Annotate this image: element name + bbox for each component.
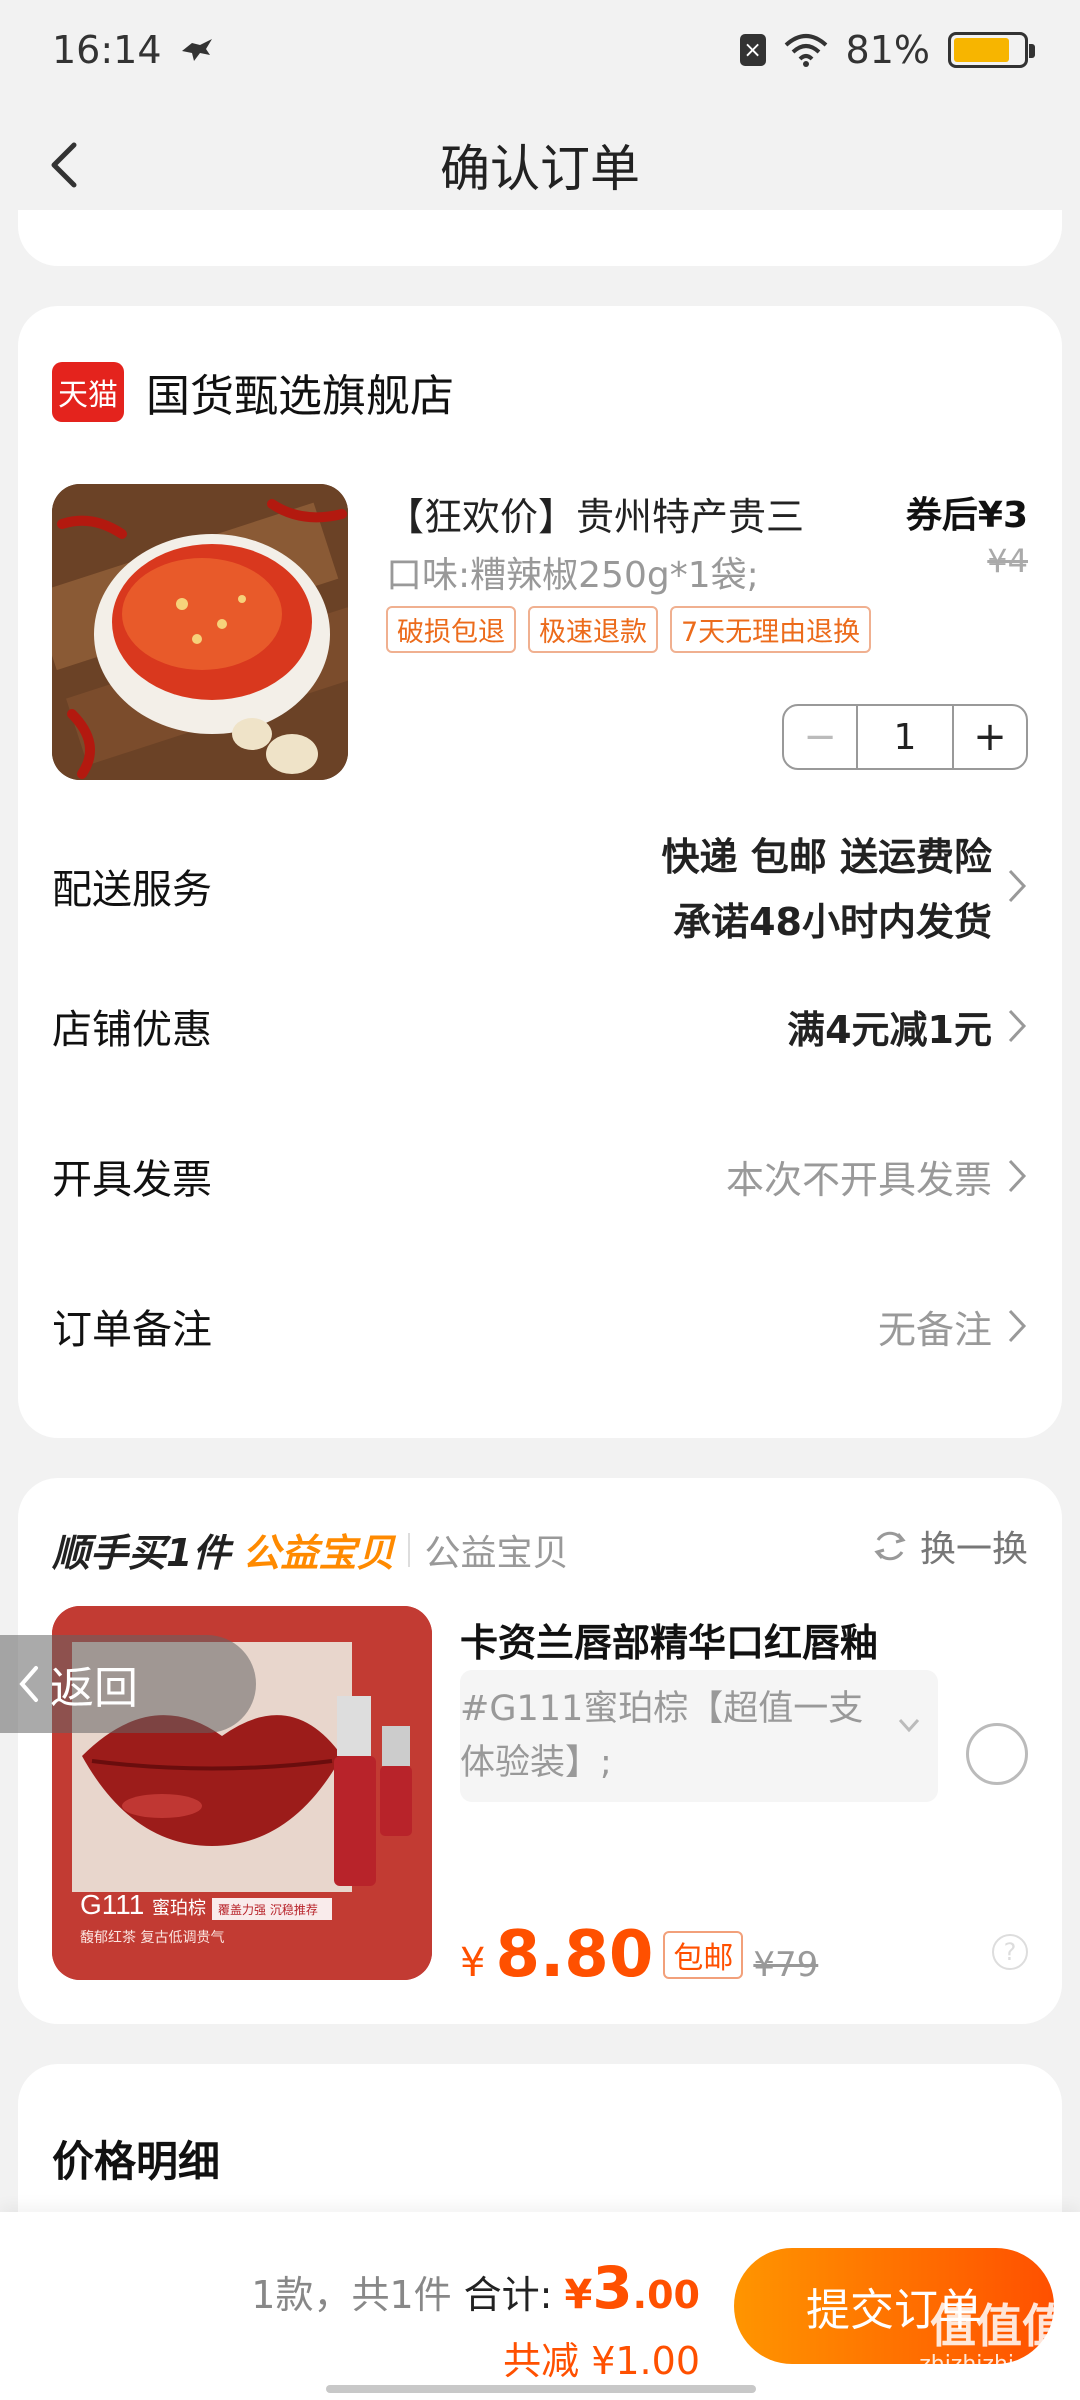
tmall-icon: 天猫 xyxy=(52,362,124,422)
status-right: × 81% xyxy=(739,28,1035,72)
shop-discount-value: 满4元减1元 xyxy=(787,1007,992,1052)
sku-text: #G111蜜珀棕【超值一支体验装】; xyxy=(460,1689,864,1783)
free-shipping-badge: 包邮 xyxy=(663,1931,744,1979)
addon-subtitle: 公益宝贝 xyxy=(424,1532,569,1574)
product-title[interactable]: 【狂欢价】贵州特产贵三 xyxy=(386,486,804,541)
swap-button[interactable]: 换一换 xyxy=(870,1520,1028,1572)
sku-selector[interactable]: #G111蜜珀棕【超值一支体验装】; xyxy=(460,1670,938,1802)
battery-icon xyxy=(948,32,1035,68)
addon-select-radio[interactable] xyxy=(966,1723,1028,1785)
order-note-label: 订单备注 xyxy=(52,1307,212,1353)
addon-header: 顺手买1件 公益宝贝 公益宝贝 xyxy=(52,1522,568,1577)
product-original-price: ¥4 xyxy=(987,542,1028,580)
help-icon[interactable]: ? xyxy=(992,1934,1028,1970)
invoice-label: 开具发票 xyxy=(52,1157,212,1203)
service-tag: 破损包退 xyxy=(386,606,516,653)
order-note-row[interactable]: 订单备注 无备注 xyxy=(52,1286,1028,1366)
price-currency: ¥ xyxy=(460,1940,486,1986)
status-time: 16:14 xyxy=(52,28,162,72)
notification-bird-icon xyxy=(181,39,212,61)
watermark-sub: zhizhizhi.com xyxy=(919,2352,1068,2377)
chevron-left-icon xyxy=(19,1666,38,1702)
addon-original-price: ¥79 xyxy=(753,1945,819,1985)
service-tag: 极速退款 xyxy=(528,606,658,653)
order-note-value: 无备注 xyxy=(877,1307,992,1352)
chevron-right-icon xyxy=(1008,1009,1027,1043)
order-summary: 1款，共1件 合计: ¥3.00 共减 ¥1.00 xyxy=(251,2254,700,2385)
invoice-value: 本次不开具发票 xyxy=(725,1157,992,1202)
lip-name: 蜜珀棕 xyxy=(152,1898,206,1919)
shop-discount-row[interactable]: 店铺优惠 满4元减1元 xyxy=(52,986,1028,1066)
addon-price: ¥ 8.80 包邮 ¥79 xyxy=(460,1918,818,1992)
chili-sauce-image xyxy=(52,484,348,780)
previous-card-edge xyxy=(18,210,1062,266)
product-image[interactable] xyxy=(52,484,348,780)
bottom-bar: 1款，共1件 合计: ¥3.00 共减 ¥1.00 提交订单 xyxy=(0,2212,1080,2400)
shop-discount-label: 店铺优惠 xyxy=(52,1007,212,1053)
addon-title: 顺手买1件 xyxy=(52,1531,231,1575)
addon-accent: 公益宝贝 xyxy=(242,1531,395,1575)
floating-back-label: 返回 xyxy=(50,1663,138,1714)
home-indicator[interactable] xyxy=(326,2385,756,2393)
addon-card: 顺手买1件 公益宝贝 公益宝贝 换一换 G111 蜜珀棕 覆盖力强 沉稳推荐 馥… xyxy=(18,1478,1062,2024)
price-value: 8.80 xyxy=(495,1918,654,1992)
lip-desc: 馥郁红茶 复古低调贵气 xyxy=(80,1929,224,1946)
quantity-stepper: − 1 + xyxy=(782,704,1028,770)
swap-label: 换一换 xyxy=(919,1529,1028,1570)
total-label: 合计: xyxy=(463,2273,553,2317)
total-currency: ¥ xyxy=(564,2272,593,2318)
floating-back-button[interactable]: 返回 xyxy=(0,1635,256,1733)
decrease-button[interactable]: − xyxy=(784,706,856,768)
lip-code: G111 xyxy=(80,1889,144,1920)
total-decimal: .00 xyxy=(632,2273,700,2317)
product-spec[interactable]: 口味:糟辣椒250g*1袋; xyxy=(386,546,759,598)
invoice-row[interactable]: 开具发票 本次不开具发票 xyxy=(52,1136,1028,1216)
refresh-icon xyxy=(874,1531,906,1561)
battery-percent: 81% xyxy=(845,28,930,72)
wifi-icon xyxy=(784,34,827,67)
chevron-right-icon xyxy=(1008,869,1027,903)
chevron-right-icon xyxy=(1008,1159,1027,1193)
order-card: 天猫 国货甄选旗舰店 【狂欢价】贵州特产贵三 券后¥3 ¥4 口味:糟辣椒250… xyxy=(18,306,1062,1438)
delivery-row[interactable]: 配送服务 快递 包邮 送运费险 承诺48小时内发货 xyxy=(52,816,1028,956)
service-tags: 破损包退 极速退款 7天无理由退换 xyxy=(386,606,872,653)
total-integer: 3 xyxy=(592,2254,633,2322)
sim-icon: × xyxy=(739,34,766,66)
quantity-value[interactable]: 1 xyxy=(856,706,954,768)
divider xyxy=(408,1532,411,1567)
chevron-right-icon xyxy=(1008,1309,1027,1343)
shop-name: 国货甄选旗舰店 xyxy=(146,371,454,422)
increase-button[interactable]: + xyxy=(954,706,1026,768)
service-tag: 7天无理由退换 xyxy=(670,606,872,653)
page-title: 确认订单 xyxy=(440,140,640,198)
watermark-main: 值值值 xyxy=(930,2299,1068,2353)
addon-item-title[interactable]: 卡资兰唇部精华口红唇釉 xyxy=(460,1612,878,1667)
lip-tag: 覆盖力强 沉稳推荐 xyxy=(218,1902,318,1917)
price-detail-title: 价格明细 xyxy=(52,2137,221,2186)
item-count: 1款，共1件 xyxy=(251,2273,452,2317)
delivery-line2: 承诺48小时内发货 xyxy=(673,900,992,944)
chevron-down-icon xyxy=(898,1718,920,1733)
product-price: 券后¥3 xyxy=(905,495,1028,536)
back-arrow-icon[interactable] xyxy=(36,135,96,195)
status-left: 16:14 xyxy=(52,28,214,72)
shop-row[interactable]: 天猫 国货甄选旗舰店 xyxy=(52,360,454,424)
saved-amount: 共减 ¥1.00 xyxy=(503,2339,700,2383)
delivery-line1: 快递 包邮 送运费险 xyxy=(661,835,992,879)
watermark: 值值值 zhizhizhi.com xyxy=(919,2300,1068,2378)
status-bar: 16:14 × 81% xyxy=(0,0,1080,100)
delivery-label: 配送服务 xyxy=(52,867,212,913)
